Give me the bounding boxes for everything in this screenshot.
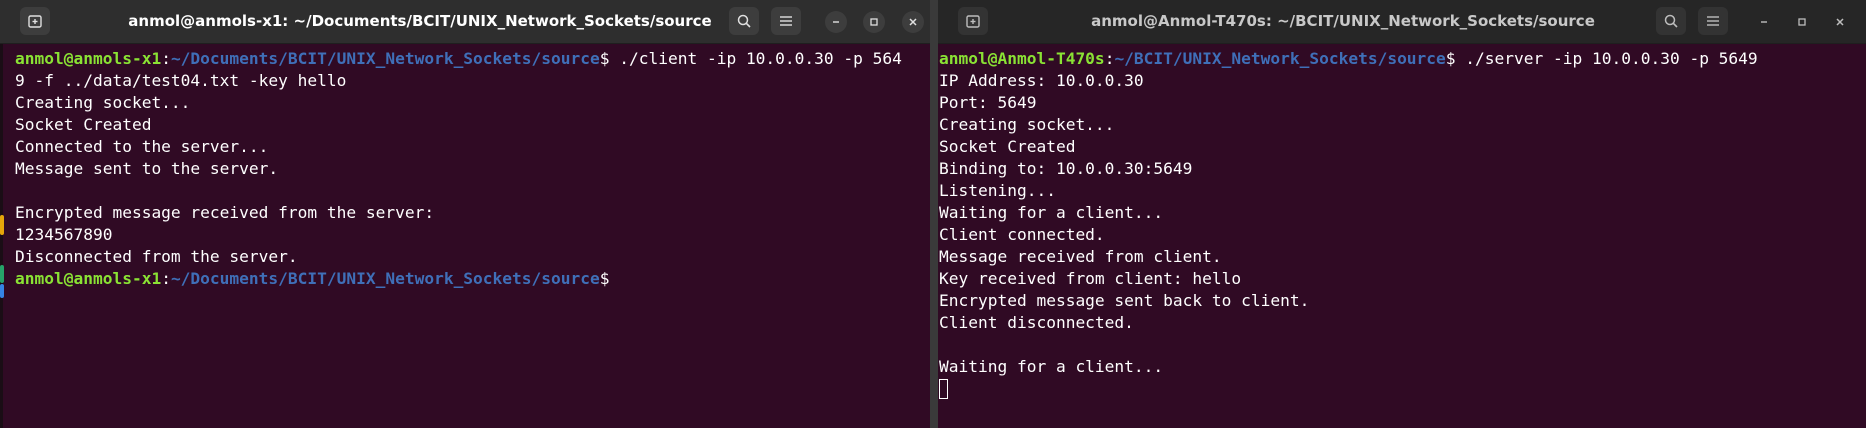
dock-indicator-yellow [0, 215, 4, 235]
close-button[interactable] [1829, 11, 1851, 33]
terminal-output-left[interactable]: anmol@anmols-x1:~/Documents/BCIT/UNIX_Ne… [0, 44, 930, 428]
output-line: Creating socket... [939, 115, 1115, 134]
terminal-window-right[interactable]: anmol@Anmol-T470s: ~/BCIT/UNIX_Network_S… [938, 0, 1866, 428]
output-line: Binding to: 10.0.0.30:5649 [939, 159, 1193, 178]
output-line: Disconnected from the server. [15, 247, 298, 266]
output-line: Encrypted message sent back to client. [939, 291, 1310, 310]
terminal-window-left[interactable]: anmol@anmols-x1: ~/Documents/BCIT/UNIX_N… [0, 0, 930, 428]
output-line: Waiting for a client... [939, 203, 1164, 222]
new-tab-button[interactable] [958, 7, 988, 35]
dock-indicator-blue [0, 284, 4, 298]
prompt-path: ~/Documents/BCIT/UNIX_Network_Sockets/so… [170, 269, 600, 288]
search-button[interactable] [729, 7, 759, 35]
output-line: IP Address: 10.0.0.30 [939, 71, 1144, 90]
minimize-icon [833, 21, 839, 23]
output-line: Client connected. [939, 225, 1105, 244]
dock-indicator-green [0, 265, 4, 283]
output-line: Socket Created [15, 115, 152, 134]
output-line: Connected to the server... [15, 137, 269, 156]
prompt-user: anmol@Anmol-T470s [939, 49, 1105, 68]
output-line: Waiting for a client... [939, 357, 1164, 376]
menu-button[interactable] [1698, 7, 1728, 35]
cursor-line [939, 378, 1866, 400]
output-line: Client disconnected. [939, 313, 1134, 332]
command-text: ./server -ip 10.0.0.30 -p 5649 [1455, 49, 1758, 68]
prompt-colon: : [1104, 49, 1115, 68]
command-line-wrap: 9 -f ../data/test04.txt -key hello [15, 71, 347, 90]
terminal-output-right[interactable]: anmol@Anmol-T470s:~/BCIT/UNIX_Network_So… [938, 44, 1866, 428]
prompt-line: anmol@anmols-x1:~/Documents/BCIT/UNIX_Ne… [15, 268, 930, 290]
menu-icon [1707, 16, 1719, 26]
text-cursor [939, 378, 948, 399]
close-button[interactable] [902, 11, 924, 33]
window-title: anmol@Anmol-T470s: ~/BCIT/UNIX_Network_S… [1091, 12, 1595, 30]
prompt-colon: : [161, 49, 171, 68]
prompt-colon: : [161, 269, 171, 288]
prompt-symbol: $ [599, 49, 610, 68]
prompt-path: ~/Documents/BCIT/UNIX_Network_Sockets/so… [170, 49, 600, 68]
search-icon [737, 14, 751, 28]
window-divider[interactable] [930, 0, 938, 428]
prompt-user: anmol@anmols-x1 [15, 269, 162, 288]
prompt-user: anmol@anmols-x1 [15, 49, 162, 68]
maximize-button[interactable] [1791, 11, 1813, 33]
minimize-icon [1761, 21, 1767, 23]
maximize-icon [870, 18, 878, 26]
new-tab-icon [966, 15, 980, 28]
menu-button[interactable] [771, 7, 801, 35]
output-line: Encrypted message received from the serv… [15, 203, 435, 222]
minimize-button[interactable] [1753, 11, 1775, 33]
prompt-path: ~/BCIT/UNIX_Network_Sockets/source [1114, 49, 1446, 68]
output-line: 1234567890 [15, 225, 113, 244]
maximize-icon [1798, 18, 1806, 26]
search-icon [1664, 14, 1678, 28]
window-title: anmol@anmols-x1: ~/Documents/BCIT/UNIX_N… [128, 12, 712, 30]
titlebar-right[interactable]: anmol@Anmol-T470s: ~/BCIT/UNIX_Network_S… [938, 0, 1866, 44]
search-button[interactable] [1656, 7, 1686, 35]
menu-icon [780, 16, 792, 26]
titlebar-left[interactable]: anmol@anmols-x1: ~/Documents/BCIT/UNIX_N… [0, 0, 930, 44]
command-line: anmol@Anmol-T470s:~/BCIT/UNIX_Network_So… [939, 48, 1866, 70]
close-icon [909, 18, 917, 26]
output-line: Listening... [939, 181, 1056, 200]
output-line: Creating socket... [15, 93, 191, 112]
new-tab-icon [28, 15, 42, 28]
prompt-symbol: $ [599, 269, 610, 288]
output-line: Message received from client. [939, 247, 1222, 266]
close-icon [1836, 18, 1844, 26]
output-line: Port: 5649 [939, 93, 1037, 112]
command-text: ./client -ip 10.0.0.30 -p 564 [609, 49, 902, 68]
new-tab-button[interactable] [20, 7, 50, 35]
minimize-button[interactable] [825, 11, 847, 33]
prompt-symbol: $ [1445, 49, 1456, 68]
maximize-button[interactable] [863, 11, 885, 33]
command-line: anmol@anmols-x1:~/Documents/BCIT/UNIX_Ne… [15, 48, 930, 70]
output-line: Key received from client: hello [939, 269, 1242, 288]
output-line: Socket Created [939, 137, 1076, 156]
output-line: Message sent to the server. [15, 159, 279, 178]
